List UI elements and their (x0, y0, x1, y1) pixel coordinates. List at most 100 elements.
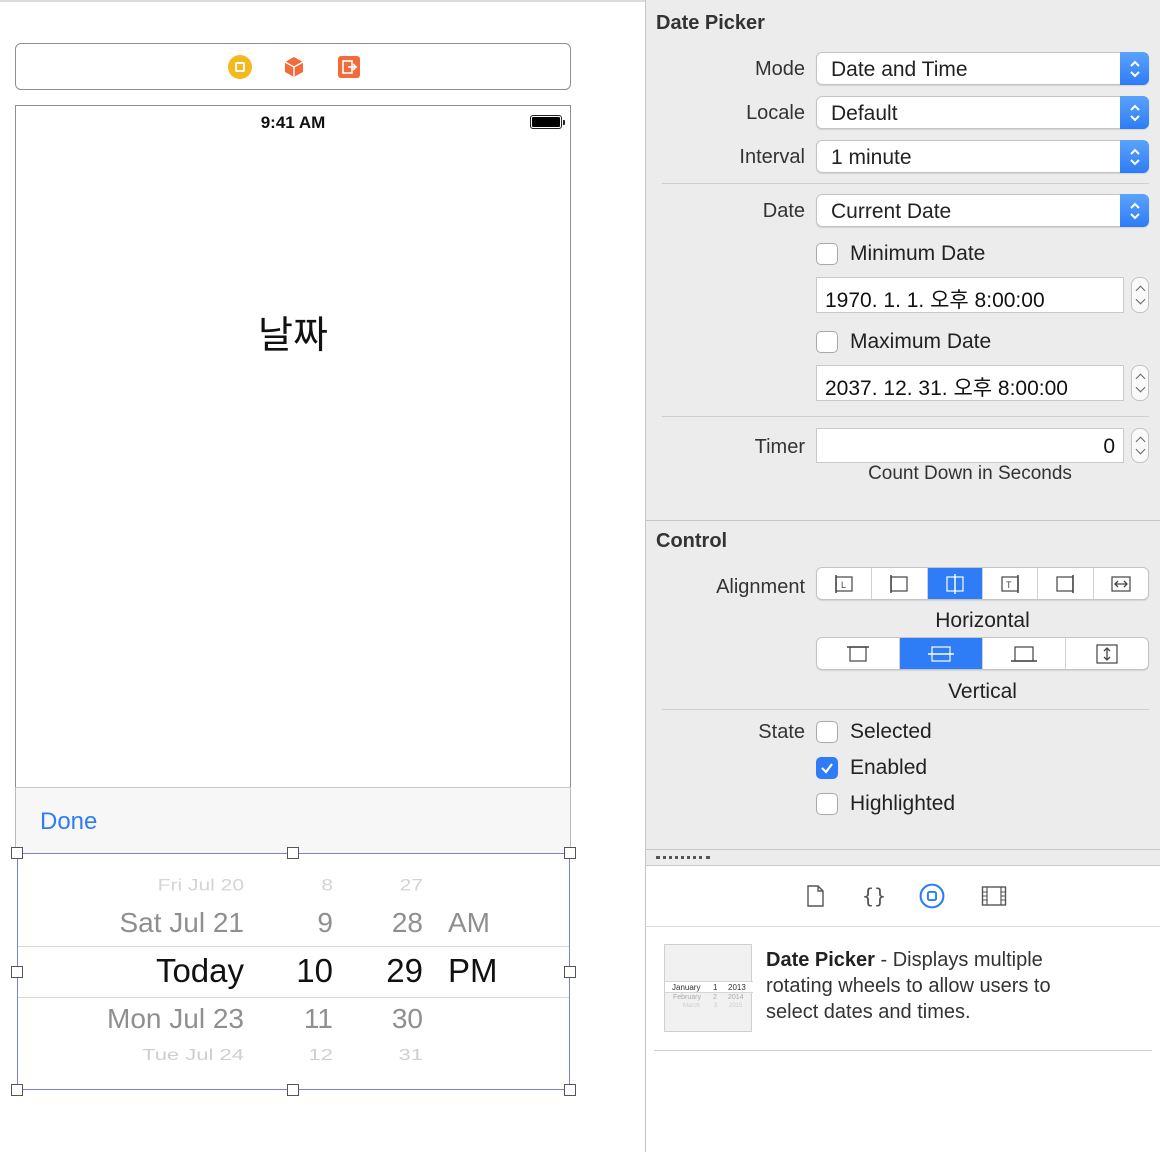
thumb-year: 2013 (728, 983, 746, 992)
resize-handle-top[interactable] (287, 847, 299, 859)
resize-handle-left[interactable] (11, 966, 23, 978)
minimum-date-checkbox[interactable] (816, 243, 838, 265)
divider (654, 1050, 1152, 1051)
svg-text:T: T (1006, 580, 1012, 590)
date-label[interactable]: 날짜 (16, 304, 570, 359)
picker-minute-row[interactable]: 31 (399, 1046, 423, 1065)
resize-handle-bottom-left[interactable] (11, 1084, 23, 1096)
highlighted-checkbox-row[interactable]: Highlighted (816, 791, 955, 817)
picker-ampm-row[interactable]: AM (448, 907, 490, 939)
svg-text:L: L (841, 580, 846, 590)
interval-popup[interactable]: 1 minute (816, 140, 1149, 173)
picker-selection-line-top (18, 946, 569, 947)
align-trailing-icon[interactable] (1038, 568, 1094, 599)
section-divider (646, 520, 1160, 521)
align-fill-vertical-icon[interactable] (1066, 638, 1148, 669)
first-responder-icon[interactable] (282, 55, 306, 79)
status-bar-time: 9:41 AM (260, 113, 326, 132)
minimum-date-stepper[interactable] (1131, 277, 1149, 313)
divider (662, 709, 1149, 710)
enabled-checkbox-row[interactable]: Enabled (816, 755, 927, 781)
media-library-icon[interactable] (981, 882, 1007, 910)
align-left-icon[interactable]: L (817, 568, 873, 599)
resize-handle-bottom[interactable] (287, 1084, 299, 1096)
picker-minute-row[interactable]: 27 (400, 877, 423, 896)
picker-date-row-selected[interactable]: Today (156, 952, 244, 990)
popup-arrows-icon (1120, 52, 1149, 85)
picker-date-row[interactable]: Sat Jul 21 (119, 907, 244, 939)
maximum-date-stepper[interactable] (1131, 365, 1149, 401)
attributes-inspector: Date Picker Mode Date and Time Locale De… (645, 0, 1160, 1152)
svg-text:{}: {} (862, 884, 886, 908)
resize-handle-bottom-right[interactable] (564, 1084, 576, 1096)
align-middle-icon[interactable] (900, 638, 983, 669)
align-center-icon[interactable] (927, 568, 983, 599)
date-picker-thumbnail: January 1 2013 February 2 2014 March 3 2… (664, 944, 753, 1032)
resize-handle-right[interactable] (564, 966, 576, 978)
picker-date-row[interactable]: Fri Jul 20 (158, 877, 244, 896)
exit-icon[interactable] (337, 55, 361, 79)
picker-hour-row[interactable]: 11 (304, 1003, 333, 1035)
interval-value: 1 minute (831, 146, 912, 169)
picker-hour-row[interactable]: 9 (317, 907, 333, 939)
selected-checkbox-row[interactable]: Selected (816, 719, 932, 745)
timer-stepper[interactable] (1131, 428, 1149, 463)
picker-minute-row-selected[interactable]: 29 (386, 952, 423, 990)
align-right-icon[interactable]: T (983, 568, 1039, 599)
minimum-date-field[interactable]: 1970. 1. 1. 오후 8:00:00 (816, 277, 1124, 313)
code-snippet-icon[interactable]: {} (860, 882, 886, 910)
align-leading-icon[interactable] (872, 568, 928, 599)
locale-value: Default (831, 102, 898, 125)
section-title-date-picker: Date Picker (656, 12, 765, 34)
picker-hour-row[interactable]: 12 (309, 1046, 333, 1065)
mode-label: Mode (754, 58, 805, 80)
mode-popup[interactable]: Date and Time (816, 52, 1149, 85)
locale-popup[interactable]: Default (816, 96, 1149, 129)
picker-hour-row[interactable]: 8 (321, 877, 333, 896)
object-library-list: January 1 2013 February 2 2014 March 3 2… (646, 927, 1160, 1152)
maximum-date-field[interactable]: 2037. 12. 31. 오후 8:00:00 (816, 365, 1124, 401)
minimum-date-checkbox-row[interactable]: Minimum Date (816, 241, 985, 267)
picker-minute-row[interactable]: 30 (392, 1003, 423, 1035)
timer-field[interactable]: 0 (816, 428, 1124, 463)
picker-toolbar: Done (15, 787, 571, 854)
thumb-day: 2 (713, 994, 717, 1001)
file-template-icon[interactable] (802, 882, 828, 910)
selected-checkbox[interactable] (816, 721, 838, 743)
popup-arrows-icon (1120, 140, 1149, 173)
picker-selection-line-bottom (18, 997, 569, 998)
thumb-month: March (683, 1003, 700, 1009)
maximum-date-checkbox-row[interactable]: Maximum Date (816, 329, 991, 355)
picker-hour-row-selected[interactable]: 10 (296, 952, 333, 990)
highlighted-checkbox[interactable] (816, 793, 838, 815)
horizontal-alignment-segmented[interactable]: L T (816, 567, 1149, 600)
align-top-icon[interactable] (817, 638, 900, 669)
popup-arrows-icon (1120, 194, 1149, 227)
canvas-top-divider (0, 0, 645, 4)
picker-minute-row[interactable]: 28 (392, 907, 423, 939)
resize-handle-top-right[interactable] (564, 847, 576, 859)
align-fill-icon[interactable] (1094, 568, 1148, 599)
thumb-year: 2014 (728, 994, 744, 1001)
picker-date-row[interactable]: Mon Jul 23 (107, 1003, 244, 1035)
vertical-caption: Vertical (948, 680, 1017, 703)
picker-ampm-row-selected[interactable]: PM (448, 952, 498, 990)
collapsed-section-title (656, 856, 710, 865)
date-picker[interactable]: Fri Jul 20 Sat Jul 21 Today Mon Jul 23 T… (17, 853, 570, 1090)
align-bottom-icon[interactable] (983, 638, 1066, 669)
vertical-alignment-segmented[interactable] (816, 637, 1149, 670)
mode-value: Date and Time (831, 58, 968, 81)
enabled-checkbox[interactable] (816, 757, 838, 779)
view-controller-icon[interactable] (228, 55, 252, 79)
library-tab-bar: {} (646, 865, 1160, 927)
horizontal-caption: Horizontal (935, 609, 1030, 632)
maximum-date-checkbox[interactable] (816, 331, 838, 353)
done-button[interactable]: Done (40, 808, 97, 836)
thumb-day: 3 (714, 1003, 718, 1009)
picker-date-row[interactable]: Tue Jul 24 (142, 1046, 244, 1065)
object-library-icon[interactable] (919, 882, 945, 910)
date-popup[interactable]: Current Date (816, 194, 1149, 227)
resize-handle-top-left[interactable] (11, 847, 23, 859)
state-label: State (758, 721, 805, 743)
date-value: Current Date (831, 200, 952, 223)
